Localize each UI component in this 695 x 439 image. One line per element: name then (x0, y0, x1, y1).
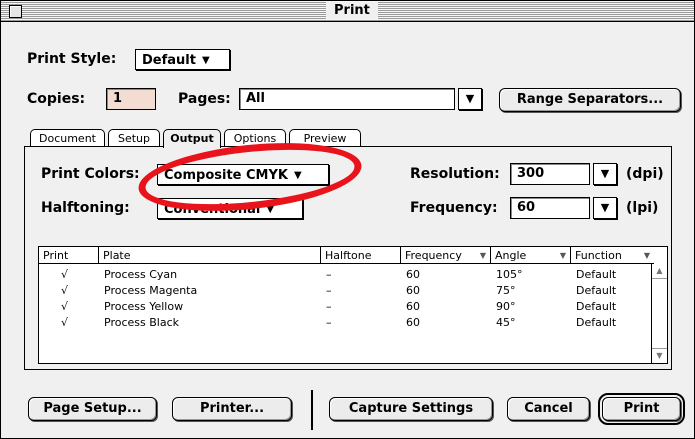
halftone-value: – (326, 316, 332, 329)
resolution-field[interactable]: 300 (510, 163, 590, 185)
halftone-value: – (326, 300, 332, 313)
chevron-down-icon: ▼ (600, 201, 610, 214)
header-function-label: Function (575, 249, 622, 262)
pages-label: Pages: (178, 91, 231, 107)
tab-output[interactable]: Output (163, 129, 221, 148)
header-print[interactable]: Print (39, 247, 99, 264)
table-row[interactable]: √ Process Yellow – 60 90° Default (39, 299, 654, 315)
chevron-down-icon: ▼ (465, 92, 475, 105)
scroll-down-arrow-icon[interactable]: ▼ (652, 348, 667, 363)
printer-button[interactable]: Printer... (172, 397, 292, 421)
scroll-up-arrow-icon[interactable]: ▲ (652, 264, 667, 279)
plate-name: Process Yellow (104, 300, 184, 313)
table-row[interactable]: √ Process Black – 60 45° Default (39, 315, 654, 331)
chevron-down-icon: ▼ (600, 167, 610, 180)
window-title: Print (326, 2, 378, 19)
frequency-value: 60 (406, 284, 420, 297)
header-function[interactable]: Function ▼ (571, 247, 654, 264)
angle-value: 90° (496, 300, 516, 313)
sort-arrow-icon: ▼ (559, 251, 566, 260)
print-button[interactable]: Print (598, 393, 685, 425)
tab-setup[interactable]: Setup (108, 129, 160, 146)
angle-value: 45° (496, 316, 516, 329)
table-row[interactable]: √ Process Magenta – 60 75° Default (39, 283, 654, 299)
frequency-value: 60 (406, 316, 420, 329)
print-check: √ (61, 316, 69, 329)
pages-field[interactable]: All (239, 88, 455, 110)
frequency-field[interactable]: 60 (510, 197, 590, 219)
header-frequency-label: Frequency (405, 249, 462, 262)
print-style-label: Print Style: (27, 51, 117, 67)
sort-arrow-icon: ▼ (643, 251, 650, 260)
header-halftone[interactable]: Halftone (321, 247, 401, 264)
table-scrollbar[interactable]: ▲ ▼ (651, 264, 667, 363)
close-box-icon[interactable] (9, 5, 22, 18)
page-setup-button[interactable]: Page Setup... (28, 397, 157, 421)
tab-document[interactable]: Document (30, 129, 105, 146)
frequency-unit: (lpi) (626, 200, 659, 216)
resolution-unit: (dpi) (626, 166, 664, 182)
frequency-value: 60 (406, 300, 420, 313)
print-colors-label: Print Colors: (41, 166, 140, 182)
header-angle[interactable]: Angle ▼ (491, 247, 571, 264)
frequency-label: Frequency: (410, 200, 498, 216)
function-value: Default (576, 316, 617, 329)
function-value: Default (576, 268, 617, 281)
button-separator (311, 390, 313, 430)
halftone-value: – (326, 268, 332, 281)
print-check: √ (61, 300, 69, 313)
table-row[interactable]: √ Process Cyan – 60 105° Default (39, 267, 654, 283)
pages-dropdown-button[interactable]: ▼ (458, 88, 482, 110)
function-value: Default (576, 284, 617, 297)
resolution-label: Resolution: (410, 166, 500, 182)
capture-settings-button[interactable]: Capture Settings (329, 397, 493, 421)
chevron-down-icon: ▼ (201, 55, 210, 66)
header-angle-label: Angle (495, 249, 527, 262)
frequency-value: 60 (406, 268, 420, 281)
header-frequency[interactable]: Frequency ▼ (401, 247, 491, 264)
print-check: √ (61, 284, 69, 297)
resolution-dropdown-button[interactable]: ▼ (593, 163, 617, 185)
halftone-value: – (326, 284, 332, 297)
function-value: Default (576, 300, 617, 313)
frequency-dropdown-button[interactable]: ▼ (593, 197, 617, 219)
plate-name: Process Magenta (104, 284, 198, 297)
cancel-button[interactable]: Cancel (507, 397, 590, 421)
print-style-popup[interactable]: Default ▼ (135, 49, 230, 70)
print-style-value: Default (142, 53, 196, 68)
sort-arrow-icon: ▼ (479, 251, 486, 260)
plates-table: Print Plate Halftone Frequency ▼ Angle ▼ F… (38, 246, 668, 364)
title-bar[interactable]: Print (1, 1, 694, 22)
range-separators-button[interactable]: Range Separators... (499, 88, 681, 112)
angle-value: 105° (496, 268, 523, 281)
halftoning-label: Halftoning: (41, 200, 130, 216)
angle-value: 75° (496, 284, 516, 297)
copies-label: Copies: (27, 91, 86, 107)
print-check: √ (61, 268, 69, 281)
header-plate[interactable]: Plate (99, 247, 321, 264)
copies-field[interactable]: 1 (106, 88, 156, 110)
plate-name: Process Black (104, 316, 179, 329)
plate-name: Process Cyan (104, 268, 178, 281)
